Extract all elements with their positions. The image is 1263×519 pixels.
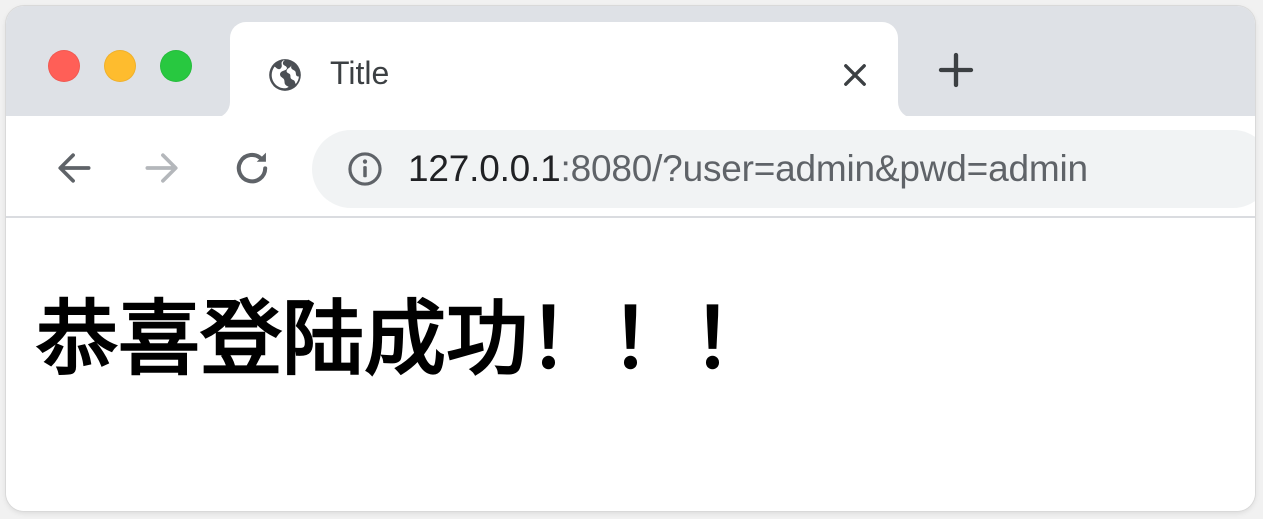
reload-icon[interactable] (230, 146, 274, 190)
globe-icon (269, 59, 301, 91)
info-icon[interactable] (346, 150, 384, 188)
url-host: 127.0.0.1 (408, 148, 561, 189)
tab-active[interactable]: Title (230, 22, 898, 118)
maximize-window-button[interactable] (160, 50, 192, 82)
arrow-left-icon[interactable] (52, 146, 96, 190)
browser-toolbar: 127.0.0.1:8080/?user=admin&pwd=admin (6, 116, 1255, 218)
tab-title: Title (330, 55, 390, 91)
title-bar: Title (6, 6, 1255, 118)
close-icon[interactable] (838, 58, 872, 92)
page-content: 恭喜登陆成功！！！ (6, 218, 1255, 511)
url-path: :8080/?user=admin&pwd=admin (560, 148, 1089, 189)
url-text[interactable]: 127.0.0.1:8080/?user=admin&pwd=admin (408, 147, 1088, 191)
browser-window: Title 127.0.0.1:8080/?user=admin&pwd=adm… (6, 6, 1255, 511)
success-heading: 恭喜登陆成功！！！ (36, 292, 775, 387)
plus-icon[interactable] (936, 50, 976, 90)
arrow-right-icon[interactable] (140, 146, 184, 190)
address-bar[interactable]: 127.0.0.1:8080/?user=admin&pwd=admin (312, 130, 1255, 208)
close-window-button[interactable] (48, 50, 80, 82)
minimize-window-button[interactable] (104, 50, 136, 82)
